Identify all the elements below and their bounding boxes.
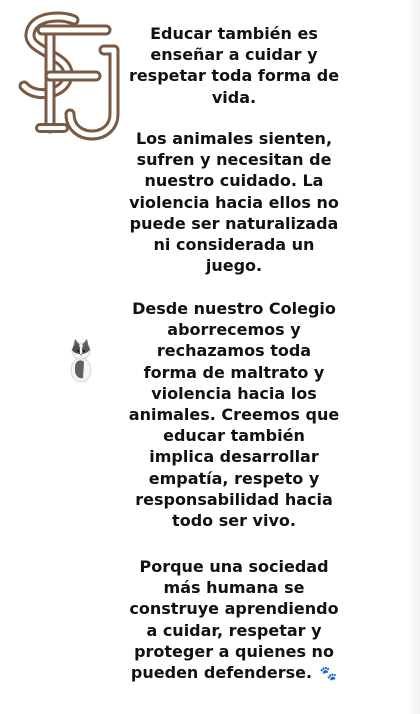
closing-text: Porque una sociedad más humana se constr… <box>129 557 339 683</box>
story-canvas: Educar también es enseñar a cuidar y res… <box>0 0 420 714</box>
paw-prints-emoji: 🐾 <box>319 665 338 682</box>
cat-sticker <box>70 339 92 383</box>
paragraph-school-stance: Desde nuestro Colegio aborrecemos y rech… <box>128 299 340 531</box>
paragraph-intro: Educar también es enseñar a cuidar y res… <box>128 24 340 107</box>
school-monogram-logo <box>18 11 120 141</box>
paragraph-animals: Los animales sienten, sufren y necesitan… <box>129 129 339 276</box>
paragraph-closing: Porque una sociedad más humana se constr… <box>128 556 340 683</box>
